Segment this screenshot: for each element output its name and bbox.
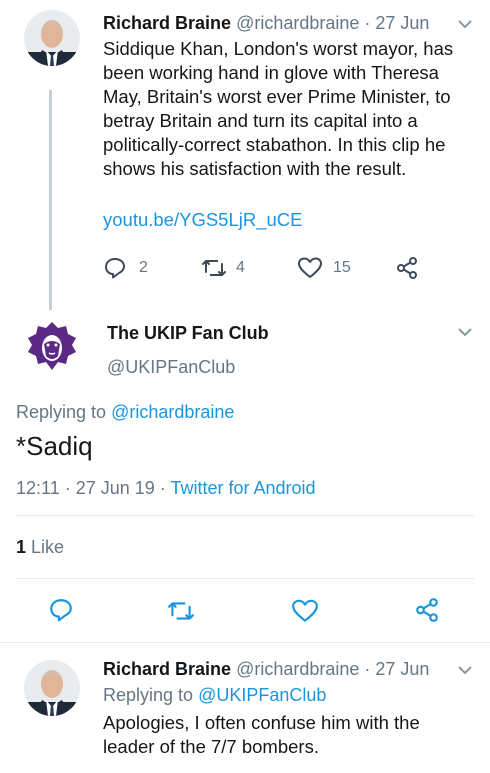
reply-button[interactable] (48, 597, 74, 623)
reply-icon (103, 256, 127, 280)
share-icon (414, 597, 440, 623)
avatar-richard-braine[interactable] (24, 660, 80, 716)
replying-to-handle[interactable]: @UKIPFanClub (198, 685, 326, 705)
thread-line (49, 90, 52, 310)
tweet-link[interactable]: youtu.be/YGS5LjR_uCE (103, 209, 303, 231)
share-button[interactable] (414, 597, 440, 623)
handle-date[interactable]: @richardbraine · 27 Jun (236, 659, 429, 679)
share-button[interactable] (395, 256, 419, 280)
divider (0, 642, 490, 643)
reply-button[interactable]: 2 (103, 256, 148, 280)
share-icon (395, 256, 419, 280)
retweet-button[interactable]: 4 (201, 256, 245, 280)
avatar-richard-braine[interactable] (24, 10, 80, 66)
avatar-ukip-fan-club[interactable] (24, 318, 80, 374)
author-name[interactable]: The UKIP Fan Club (107, 323, 269, 344)
author-name[interactable]: Richard Braine (103, 13, 231, 33)
divider (16, 578, 474, 579)
retweet-icon (167, 598, 195, 624)
like-count: 15 (333, 259, 351, 276)
retweet-button[interactable] (167, 598, 195, 624)
reply-icon (48, 597, 74, 623)
retweet-icon (201, 256, 227, 280)
likes-summary[interactable]: 1 Like (16, 537, 64, 558)
like-button[interactable]: 15 (297, 256, 351, 280)
replying-to: Replying to @UKIPFanClub (103, 685, 327, 705)
chevron-down-icon[interactable] (457, 665, 473, 675)
chevron-down-icon[interactable] (457, 19, 473, 29)
replying-to-handle[interactable]: @richardbraine (111, 402, 234, 422)
tweet-source[interactable]: Twitter for Android (170, 478, 315, 498)
retweet-count: 4 (236, 259, 245, 276)
author-name[interactable]: Richard Braine (103, 659, 231, 679)
heart-icon (291, 598, 319, 624)
chevron-down-icon[interactable] (457, 327, 473, 337)
tweet-text: Apologies, I often confuse him with the … (103, 712, 420, 757)
tweet-timestamp: 12:11 · 27 Jun 19 · Twitter for Android (16, 478, 316, 498)
like-button[interactable] (291, 598, 319, 624)
tweet-text: Siddique Khan, London's worst mayor, has… (103, 38, 454, 179)
reply-count: 2 (139, 259, 148, 276)
tweet-text: *Sadiq (16, 431, 93, 461)
divider (16, 515, 474, 516)
author-handle[interactable]: @UKIPFanClub (107, 357, 235, 378)
replying-to: Replying to @richardbraine (16, 402, 235, 422)
handle-date[interactable]: @richardbraine · 27 Jun (236, 13, 429, 33)
heart-icon (297, 256, 323, 280)
